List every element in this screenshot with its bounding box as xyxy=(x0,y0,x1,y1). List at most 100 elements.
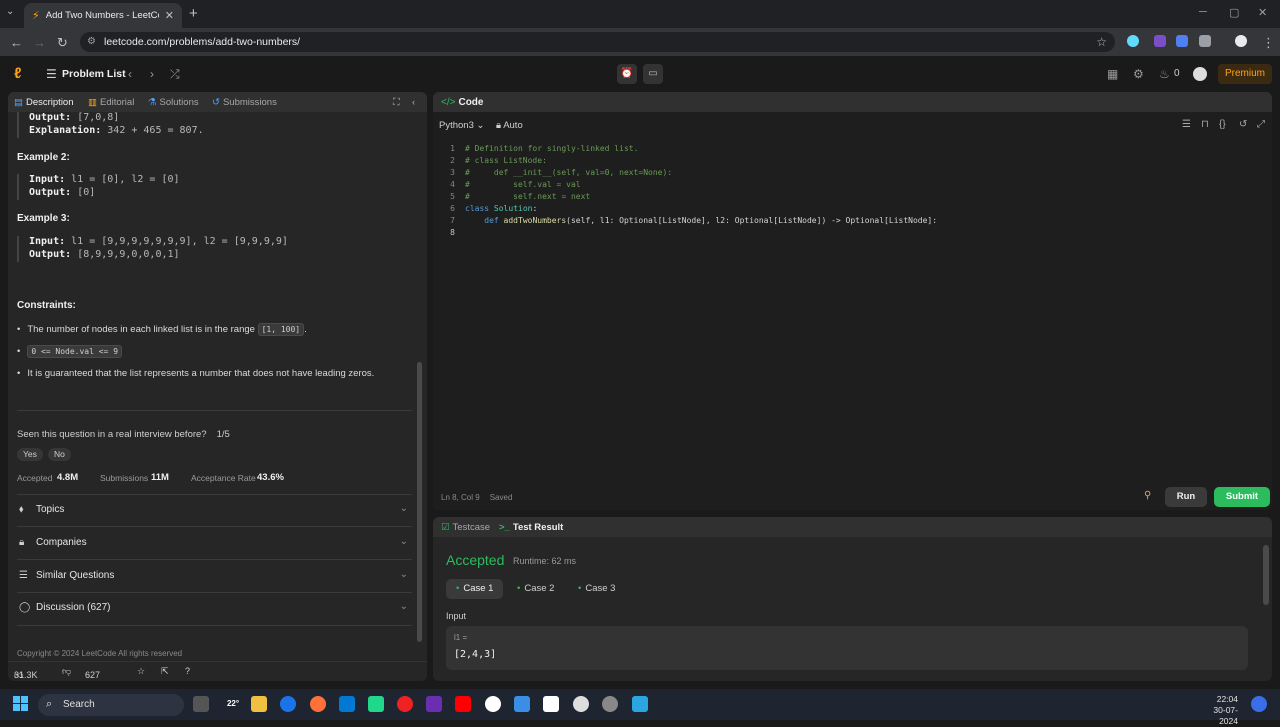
description-scrollbar[interactable] xyxy=(417,362,422,642)
code-panel-header: </> Code xyxy=(433,92,1272,112)
chrome-icon[interactable] xyxy=(280,696,296,712)
github-icon[interactable] xyxy=(485,696,501,712)
puzzle-extensions-icon[interactable] xyxy=(1199,35,1211,47)
interview-no-button[interactable]: No xyxy=(48,448,71,461)
notes-icon[interactable]: ▭ xyxy=(643,64,663,84)
tab-editorial[interactable]: ▥ Editorial xyxy=(88,97,134,108)
line-number: 5 xyxy=(450,192,455,201)
minimize-icon[interactable]: ─ xyxy=(1199,6,1207,18)
favorite-star-icon[interactable]: ☆ xyxy=(137,666,145,677)
discussion-bubble-icon: ◯ xyxy=(19,602,31,613)
lightbulb-icon[interactable]: ⚲ xyxy=(1144,490,1151,501)
file-explorer-icon[interactable] xyxy=(251,696,267,712)
extension-icon[interactable] xyxy=(1154,35,1166,47)
reload-icon[interactable]: ↻ xyxy=(57,35,68,51)
profile-icon[interactable] xyxy=(1235,35,1247,47)
case-1-tab[interactable]: • Case 1 xyxy=(446,579,504,599)
collapse-panel-icon[interactable]: ‹ xyxy=(412,97,415,108)
interview-yes-button[interactable]: Yes xyxy=(17,448,43,461)
new-tab-icon[interactable]: + xyxy=(189,5,198,22)
firefox-icon[interactable] xyxy=(310,696,326,712)
weather-icon[interactable]: 22° xyxy=(221,696,245,712)
tab-description[interactable]: ▤ Description xyxy=(14,97,74,108)
copyright: Copyright © 2024 LeetCode All rights res… xyxy=(17,649,183,658)
solutions-icon: ⚗ xyxy=(148,97,157,108)
close-tab-icon[interactable]: ✕ xyxy=(165,9,174,22)
format-icon[interactable]: ☰ xyxy=(1182,119,1191,130)
settings-gear-icon[interactable]: ⚙ xyxy=(1133,67,1144,81)
example-1-explanation: Explanation: 342 + 465 = 807. xyxy=(29,125,204,136)
tab-solutions[interactable]: ⚗ Solutions xyxy=(148,97,199,108)
copilot-icon[interactable] xyxy=(1251,696,1267,712)
next-problem-icon[interactable]: › xyxy=(150,67,154,81)
leetcode-logo-icon[interactable]: ℓ xyxy=(14,65,21,82)
expand-icon[interactable]: ⛶ xyxy=(393,97,400,108)
layout-icon[interactable]: ▦ xyxy=(1107,67,1118,81)
case-3-tab[interactable]: • Case 3 xyxy=(568,579,625,599)
taskbar-search[interactable]: ⌕ Search xyxy=(38,694,184,716)
pycharm-icon[interactable] xyxy=(368,696,384,712)
dislike-icon[interactable]: 👎︎ xyxy=(62,666,71,677)
submit-button[interactable]: Submit xyxy=(1214,487,1270,507)
bookmark-icon[interactable]: ⊓ xyxy=(1201,119,1209,130)
maximize-icon[interactable]: ▢ xyxy=(1229,6,1239,19)
tab-testcase[interactable]: ☑ Testcase xyxy=(441,522,490,533)
code-line: class Solution: xyxy=(465,204,538,213)
react-extension-icon[interactable] xyxy=(1127,35,1139,47)
similar-questions-accordion[interactable]: ☰ Similar Questions ⌄ xyxy=(17,562,412,590)
windows-start-icon[interactable] xyxy=(13,696,29,712)
notepad-icon[interactable] xyxy=(632,696,648,712)
tab-search-icon[interactable]: ⌄ xyxy=(6,6,14,17)
share-icon[interactable]: ⇱ xyxy=(161,666,169,677)
browser-tab[interactable]: ⚡ Add Two Numbers - LeetCode ✕ xyxy=(24,3,182,28)
forward-icon[interactable]: → xyxy=(33,35,46,50)
notion-icon[interactable] xyxy=(543,696,559,712)
constraint-2: 0 <= Node.val <= 9 xyxy=(17,345,123,358)
language-select[interactable]: Python3 ⌄ xyxy=(439,120,484,131)
shuffle-icon[interactable]: ⤮ xyxy=(170,67,180,82)
code-editor[interactable]: 1 2 3 4 5 6 7 8 # Definition for singly-… xyxy=(433,144,1272,484)
topics-accordion[interactable]: ⬧ Topics ⌄ xyxy=(17,496,412,524)
fullscreen-icon[interactable]: ⤢ xyxy=(1257,119,1265,130)
chevron-down-icon: ⌄ xyxy=(399,601,408,612)
streak-fire-icon[interactable]: ♨ xyxy=(1159,67,1170,81)
problem-list-link[interactable]: Problem List xyxy=(62,68,126,80)
back-icon[interactable]: ← xyxy=(10,35,23,50)
media-player-icon[interactable] xyxy=(397,696,413,712)
run-button[interactable]: Run xyxy=(1165,487,1207,507)
prev-problem-icon[interactable]: ‹ xyxy=(128,67,132,81)
result-status: Accepted xyxy=(446,552,505,568)
site-info-icon[interactable]: ⚙ xyxy=(87,32,96,52)
timer-icon[interactable]: ⏰ xyxy=(617,64,637,84)
browser-menu-icon[interactable]: ⋮ xyxy=(1262,35,1275,51)
youtube-icon[interactable] xyxy=(455,696,471,712)
close-window-icon[interactable]: ✕ xyxy=(1258,6,1267,19)
avatar[interactable] xyxy=(1193,67,1207,81)
premium-button[interactable]: Premium xyxy=(1218,64,1272,84)
taskbar-clock[interactable]: 22:04 30-07-2024 xyxy=(1196,694,1238,727)
help-icon[interactable]: ? xyxy=(185,666,190,676)
shield-extension-icon[interactable] xyxy=(1176,35,1188,47)
app-icon[interactable] xyxy=(602,696,618,712)
music-app-icon[interactable] xyxy=(426,696,442,712)
tab-test-result[interactable]: >_ Test Result xyxy=(499,522,563,533)
auto-mode-toggle[interactable]: 🔒︎ Auto xyxy=(496,120,523,131)
task-view-icon[interactable] xyxy=(193,696,209,712)
braces-icon[interactable]: {} xyxy=(1219,119,1226,130)
line-number: 4 xyxy=(450,180,455,189)
chatgpt-icon[interactable] xyxy=(573,696,589,712)
reset-icon[interactable]: ↺ xyxy=(1239,119,1247,130)
tab-submissions[interactable]: ↺ Submissions xyxy=(212,97,277,108)
bookmark-star-icon[interactable]: ☆ xyxy=(1096,32,1107,52)
list-icon[interactable]: ☰ xyxy=(46,67,57,81)
lock-icon: 🔒︎ xyxy=(19,537,25,548)
case-2-tab[interactable]: • Case 2 xyxy=(507,579,564,599)
todo-icon[interactable] xyxy=(514,696,530,712)
code-line: # Definition for singly-linked list. xyxy=(465,144,639,153)
line-number: 7 xyxy=(450,216,455,225)
vscode-icon[interactable] xyxy=(339,696,355,712)
companies-accordion[interactable]: 🔒︎ Companies ⌄ xyxy=(17,529,412,557)
url-field[interactable]: ⚙ leetcode.com/problems/add-two-numbers/… xyxy=(80,32,1115,52)
result-scrollbar[interactable] xyxy=(1263,545,1269,605)
discussion-accordion[interactable]: ◯ Discussion (627) ⌄ xyxy=(17,594,412,622)
